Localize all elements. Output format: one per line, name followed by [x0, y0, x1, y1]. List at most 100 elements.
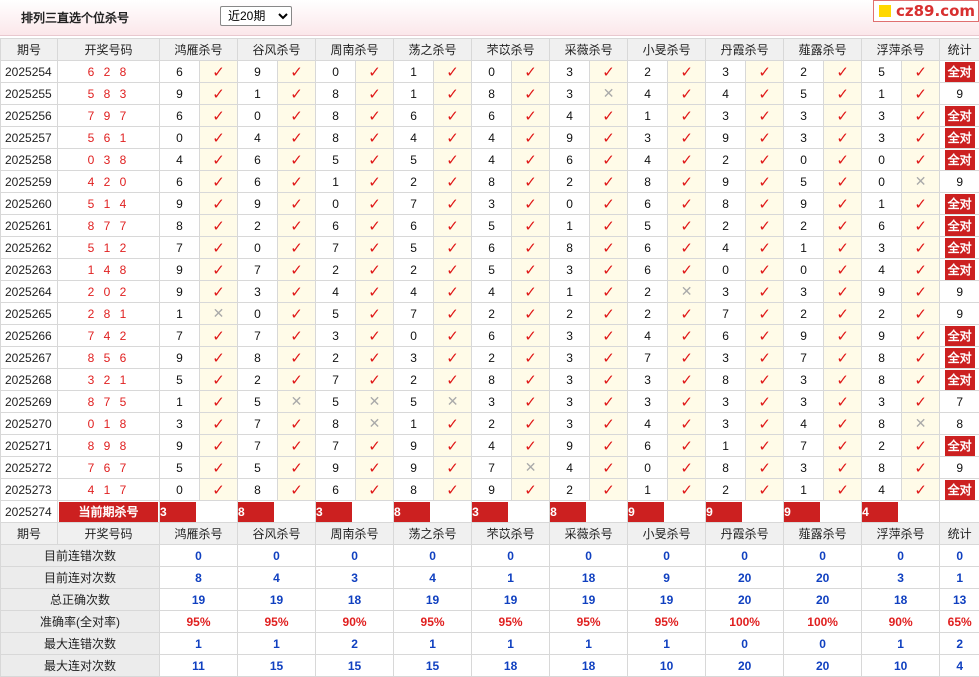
period-range-select[interactable]: 近20期	[220, 6, 292, 26]
current-kill-number: 8	[238, 502, 274, 522]
kill-number-cell: 0	[160, 479, 200, 501]
col-expert-header: 荡之杀号	[394, 523, 472, 545]
result-mark-cell: ✓	[356, 127, 394, 149]
kill-number-cell: 3	[550, 325, 590, 347]
kill-number-cell: 7	[238, 259, 278, 281]
kill-number-cell: 9	[160, 259, 200, 281]
result-mark-cell: ✓	[902, 127, 940, 149]
check-icon: ✓	[680, 394, 693, 411]
result-mark-cell: ✓	[902, 391, 940, 413]
result-mark-cell: ✓	[902, 479, 940, 501]
kill-number-cell: 2	[784, 303, 824, 325]
check-icon: ✓	[602, 64, 615, 81]
table-row: 20252700 1 83✓7✓8✕1✓2✓3✓4✓3✓4✓8✕8	[1, 413, 979, 435]
stat-cell: 全对	[940, 347, 979, 369]
check-icon: ✓	[212, 86, 225, 103]
check-icon: ✓	[446, 174, 459, 191]
check-icon: ✓	[212, 174, 225, 191]
issue-cell: 2025255	[1, 83, 58, 105]
check-icon: ✓	[368, 86, 381, 103]
kill-number-cell: 2	[550, 171, 590, 193]
kill-number-cell: 8	[238, 347, 278, 369]
draw-number-cell: 5 6 1	[58, 127, 160, 149]
summary-value: 10	[862, 655, 940, 677]
check-icon: ✓	[914, 460, 927, 477]
check-icon: ✓	[758, 108, 771, 125]
kill-number-cell: 3	[550, 347, 590, 369]
check-icon: ✓	[524, 174, 537, 191]
result-mark-cell: ✓	[746, 193, 784, 215]
check-icon: ✓	[836, 350, 849, 367]
current-kill-number: 8	[394, 502, 430, 522]
kill-number-cell: 5	[472, 259, 512, 281]
kill-number-cell: 0	[472, 61, 512, 83]
kill-number-cell: 8	[550, 237, 590, 259]
stat-cell: 全对	[940, 435, 979, 457]
stat-cell: 9	[940, 303, 979, 325]
summary-label: 最大连对次数	[1, 655, 160, 677]
result-mark-cell: ✓	[356, 369, 394, 391]
table-row: 20252667 4 27✓7✓3✓0✓6✓3✓4✓6✓9✓9✓全对	[1, 325, 979, 347]
check-icon: ✓	[368, 306, 381, 323]
summary-value: 1	[394, 633, 472, 655]
kill-number-cell: 3	[784, 391, 824, 413]
current-kill-cell: 3	[472, 501, 550, 523]
summary-value: 19	[550, 589, 628, 611]
result-mark-cell: ✓	[356, 303, 394, 325]
result-mark-cell: ✓	[902, 237, 940, 259]
kill-number-cell: 4	[784, 413, 824, 435]
check-icon: ✓	[290, 328, 303, 345]
check-icon: ✓	[446, 108, 459, 125]
table-row: 20252683 2 15✓2✓7✓2✓8✓3✓3✓8✓3✓8✓全对	[1, 369, 979, 391]
summary-value: 0	[706, 633, 784, 655]
check-icon: ✓	[446, 438, 459, 455]
check-icon: ✓	[680, 174, 693, 191]
col-expert-header: 鸿雁杀号	[160, 39, 238, 61]
result-mark-cell: ✓	[434, 259, 472, 281]
check-icon: ✓	[680, 196, 693, 213]
summary-value: 18	[550, 567, 628, 589]
result-mark-cell: ✓	[902, 303, 940, 325]
kill-number-cell: 9	[160, 435, 200, 457]
check-icon: ✓	[602, 174, 615, 191]
check-icon: ✓	[524, 350, 537, 367]
result-mark-cell: ✕	[902, 171, 940, 193]
result-mark-cell: ✓	[590, 127, 628, 149]
result-mark-cell: ✓	[512, 171, 550, 193]
check-icon: ✓	[758, 284, 771, 301]
result-mark-cell: ✓	[824, 303, 862, 325]
result-mark-cell: ✓	[668, 369, 706, 391]
col-issue-header: 期号	[1, 39, 58, 61]
summary-value: 20	[784, 655, 862, 677]
check-icon: ✓	[680, 372, 693, 389]
check-icon: ✓	[446, 372, 459, 389]
issue-cell: 2025258	[1, 149, 58, 171]
result-mark-cell: ✓	[902, 149, 940, 171]
col-expert-header: 周南杀号	[316, 39, 394, 61]
result-mark-cell: ✕	[668, 281, 706, 303]
check-icon: ✓	[290, 350, 303, 367]
result-mark-cell: ✓	[278, 61, 316, 83]
summary-value: 1	[160, 633, 238, 655]
summary-value: 11	[160, 655, 238, 677]
stat-cell: 全对	[940, 259, 979, 281]
summary-value: 0	[628, 545, 706, 567]
check-icon: ✓	[212, 240, 225, 257]
check-icon: ✓	[368, 284, 381, 301]
kill-number-cell: 4	[628, 83, 668, 105]
site-logo[interactable]: cz89.com	[873, 0, 979, 22]
kill-number-cell: 2	[238, 369, 278, 391]
check-icon: ✓	[290, 152, 303, 169]
result-mark-cell: ✓	[746, 369, 784, 391]
kill-number-cell: 6	[628, 435, 668, 457]
check-icon: ✓	[368, 482, 381, 499]
result-mark-cell: ✓	[668, 303, 706, 325]
check-icon: ✓	[758, 482, 771, 499]
all-correct-badge: 全对	[945, 150, 975, 170]
kill-number-cell: 0	[784, 259, 824, 281]
kill-number-cell: 4	[706, 83, 746, 105]
kill-number-cell: 4	[394, 281, 434, 303]
check-icon: ✓	[446, 482, 459, 499]
result-mark-cell: ✓	[200, 435, 238, 457]
summary-value: 0	[706, 545, 784, 567]
